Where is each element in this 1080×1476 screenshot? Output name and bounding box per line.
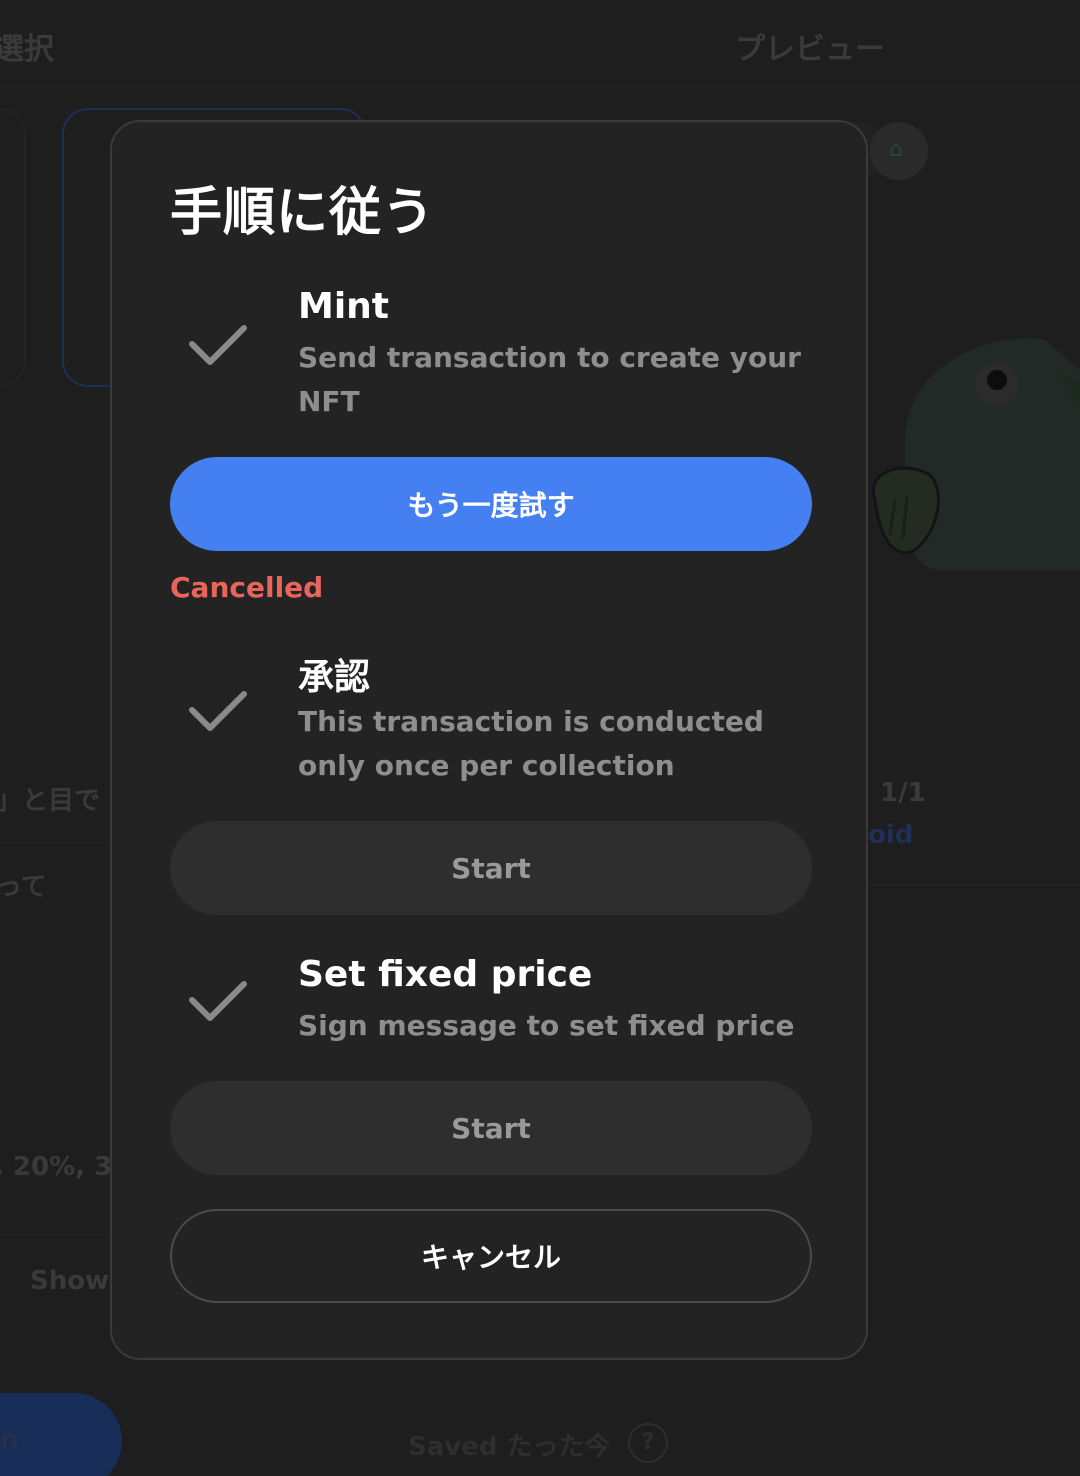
retry-button[interactable]: もう一度試す [170, 457, 812, 551]
checkmark-icon [189, 981, 247, 1021]
bg-option-card [0, 108, 26, 387]
bg-divider [0, 86, 1080, 87]
follow-steps-modal: 手順に従う Mint Send transaction to create yo… [110, 120, 868, 1360]
step-description: Send transaction to create your NFT [298, 341, 801, 418]
bg-text-snippet: って [0, 872, 47, 902]
price-start-button[interactable]: Start [170, 1081, 812, 1175]
step-title: 承認 [298, 657, 371, 698]
bg-help-icon: ? [628, 1423, 668, 1463]
step-title: Set fixed price [298, 954, 593, 995]
bg-link: oid [868, 820, 914, 850]
step-description: Sign message to set fixed price [298, 1009, 795, 1042]
bg-collection-icon: ⌂ [870, 122, 928, 180]
bg-toggle-label: Show [30, 1266, 110, 1296]
bg-nft-artwork [871, 338, 1080, 570]
bg-edition-count: 1/1 [880, 778, 926, 808]
approve-start-button[interactable]: Start [170, 821, 812, 915]
bg-primary-button: n [0, 1393, 122, 1476]
bg-divider [0, 1234, 112, 1235]
bg-saved-status: Saved たった今 [408, 1432, 611, 1462]
checkmark-icon [189, 325, 247, 365]
screen: 選択 プレビュー ⌂ 」と目で って , 20%, 30 Show 1/1 oi… [0, 0, 1080, 1476]
bg-divider [0, 842, 112, 843]
bg-text-snippet: 」と目で [0, 786, 101, 816]
step-description: This transaction is conducted only once … [298, 705, 764, 782]
checkmark-icon [189, 691, 247, 731]
step-title: Mint [298, 286, 390, 327]
bg-preview-heading: プレビュー [735, 32, 885, 67]
status-cancelled: Cancelled [170, 571, 324, 604]
cancel-button[interactable]: キャンセル [170, 1209, 812, 1303]
bg-divider [868, 884, 1080, 885]
modal-title: 手順に従う [170, 183, 436, 243]
bg-left-heading: 選択 [0, 32, 54, 67]
